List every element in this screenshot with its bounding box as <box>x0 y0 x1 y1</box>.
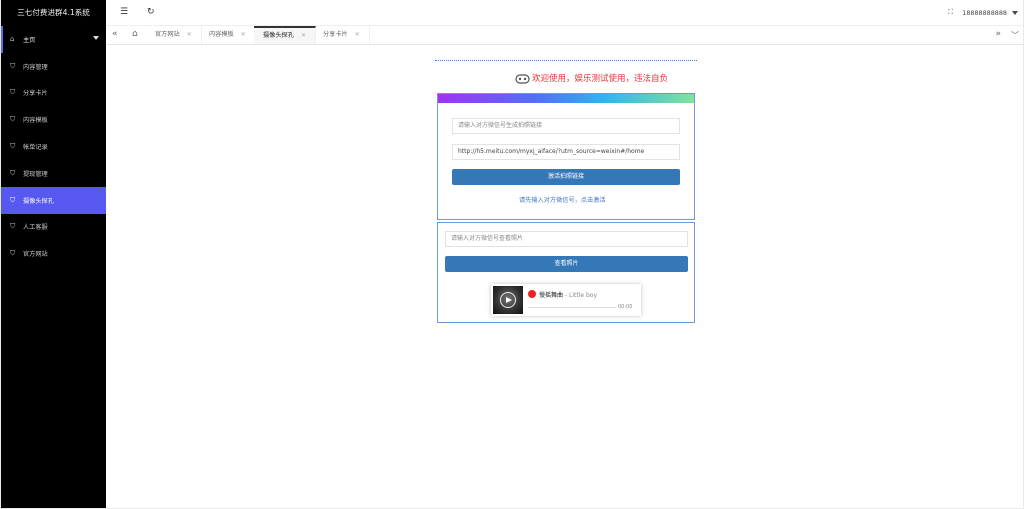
tab-share-card[interactable]: 分享卡片 ✕ <box>314 26 370 44</box>
tab-camera[interactable]: 摄像头探孔 ✕ <box>254 26 316 44</box>
close-icon[interactable]: ✕ <box>301 32 306 39</box>
gradient-bar <box>438 94 694 103</box>
album-cover <box>493 286 523 314</box>
shield-icon: ⛉ <box>10 249 16 258</box>
shield-icon: ⛉ <box>10 88 16 97</box>
home-tab-icon[interactable]: ⌂ <box>132 29 138 39</box>
link-generator-card: 请输入对方微信号生成拍照链接 http://h5.meitu.com/myxj_… <box>437 93 695 220</box>
app-window: 三七付费进群4.1系统 ⌂ 主页 ⛉ 内容管理 ⛉ 分享卡片 ⛉ 内容模板 ⛉ … <box>1 0 1023 508</box>
activate-link-button[interactable]: 激活拍照链接 <box>452 169 680 185</box>
sidebar-item-content[interactable]: ⛉ 内容管理 <box>1 53 106 80</box>
song-title: 慢摇舞曲 <box>539 292 564 299</box>
sidebar-item-camera[interactable]: ⛉ 摄像头探孔 <box>1 186 106 214</box>
shield-icon: ⛉ <box>10 168 16 177</box>
sidebar-item-label: 帐单记录 <box>23 144 48 152</box>
shield-icon: ⛉ <box>10 222 16 231</box>
divider <box>435 60 697 61</box>
tab-bar: « ⌂ 官方网站 ✕ 内容模板 ✕ 摄像头探孔 ✕ 分享卡片 ✕ » ﹀ <box>106 26 1023 45</box>
sidebar-item-template[interactable]: ⛉ 内容模板 <box>1 106 106 133</box>
song-artist: - Little boy <box>564 292 598 299</box>
shield-icon: ⛉ <box>10 61 16 70</box>
shield-icon: ⛉ <box>10 115 16 124</box>
fullscreen-icon[interactable]: ⛶ <box>948 8 953 17</box>
sidebar-item-support[interactable]: ⛉ 人工客服 <box>1 214 106 241</box>
song-time: 00:00 <box>618 304 633 310</box>
close-icon[interactable]: ✕ <box>187 31 192 38</box>
app-title: 三七付费进群4.1系统 <box>17 8 90 17</box>
song-info: 慢摇舞曲 - Little boy <box>539 290 597 299</box>
play-icon[interactable] <box>500 292 516 308</box>
tab-template[interactable]: 内容模板 ✕ <box>200 26 256 44</box>
sidebar-item-label: 官方网站 <box>23 251 48 259</box>
close-icon[interactable]: ✕ <box>241 31 246 38</box>
tab-website[interactable]: 官方网站 ✕ <box>146 26 202 44</box>
sidebar-item-label: 内容管理 <box>23 63 48 71</box>
home-icon: ⌂ <box>10 35 15 44</box>
view-photos-card: 请输入对方微信号查看照片 查看照片 慢摇舞曲 - Little boy 00:0… <box>437 222 695 323</box>
sidebar-item-label: 内容模板 <box>23 117 48 125</box>
tabs-scroll-left-icon[interactable]: « <box>112 29 118 39</box>
chevron-down-icon <box>93 36 99 40</box>
caret-down-icon[interactable] <box>1012 11 1018 15</box>
close-icon[interactable]: ✕ <box>355 31 360 38</box>
sidebar-item-withdraw[interactable]: ⛉ 提现管理 <box>1 160 106 187</box>
user-account[interactable]: 18888888888 <box>962 9 1007 17</box>
sidebar-item-label: 人工客服 <box>23 224 48 232</box>
view-photos-button[interactable]: 查看照片 <box>445 256 688 272</box>
top-header: ☰ ↻ ⛶ 18888888888 <box>106 0 1023 26</box>
menu-toggle-icon[interactable]: ☰ <box>120 7 128 17</box>
tab-label: 内容模板 <box>209 31 234 38</box>
tab-label: 官方网站 <box>155 31 180 38</box>
welcome-banner: 欢迎使用，娱乐测试使用，违法自负 <box>515 72 668 84</box>
wechat-id-input[interactable]: 请输入对方微信号生成拍照链接 <box>452 118 680 134</box>
main-content: 欢迎使用，娱乐测试使用，违法自负 请输入对方微信号生成拍照链接 http://h… <box>106 45 1023 508</box>
sidebar-item-label: 提现管理 <box>23 170 48 178</box>
refresh-icon[interactable]: ↻ <box>147 7 155 17</box>
sidebar-item-label: 主页 <box>23 36 36 44</box>
sidebar-item-label: 摄像头探孔 <box>23 197 54 205</box>
sidebar-item-label: 分享卡片 <box>23 90 48 98</box>
sidebar-item-billing[interactable]: ⛉ 帐单记录 <box>1 133 106 160</box>
target-url-input[interactable]: http://h5.meitu.com/myxj_aiface/?utm_sou… <box>452 144 680 160</box>
shield-icon: ⛉ <box>10 142 16 151</box>
chevron-down-icon[interactable]: ﹀ <box>1011 30 1019 41</box>
tabs-scroll-right-icon[interactable]: » <box>995 29 1001 39</box>
hint-link[interactable]: 请先输入对方微信号，点击激活 <box>519 195 606 204</box>
tab-label: 分享卡片 <box>323 31 348 38</box>
gamepad-icon <box>515 73 530 84</box>
netease-music-icon <box>528 290 536 298</box>
shield-icon: ⛉ <box>10 195 16 204</box>
sidebar-item-website[interactable]: ⛉ 官方网站 <box>1 240 106 267</box>
music-player: 慢摇舞曲 - Little boy 00:00 <box>491 284 641 316</box>
welcome-text: 欢迎使用，娱乐测试使用，违法自负 <box>532 74 669 84</box>
progress-track[interactable] <box>528 307 616 308</box>
sidebar: 三七付费进群4.1系统 ⌂ 主页 ⛉ 内容管理 ⛉ 分享卡片 ⛉ 内容模板 ⛉ … <box>1 0 106 508</box>
wechat-id-input[interactable]: 请输入对方微信号查看照片 <box>445 231 688 247</box>
tab-label: 摄像头探孔 <box>263 32 294 39</box>
sidebar-item-share-card[interactable]: ⛉ 分享卡片 <box>1 80 106 107</box>
sidebar-item-home[interactable]: ⌂ 主页 <box>1 26 106 53</box>
